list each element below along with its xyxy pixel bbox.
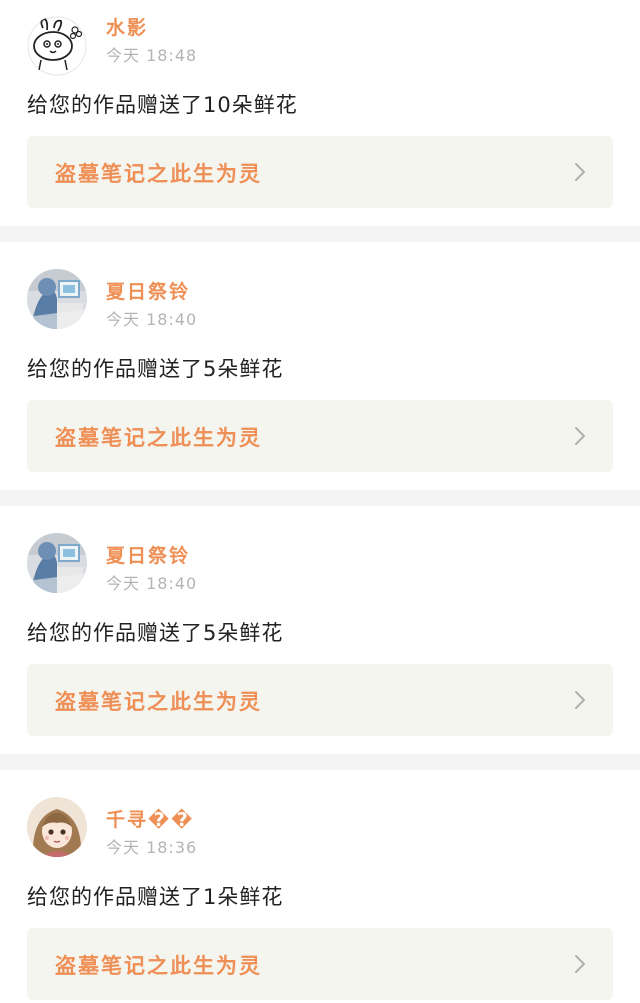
notification-card: 夏日祭铃 今天 18:40 给您的作品赠送了5朵鲜花 盗墓笔记之此生为灵 bbox=[0, 242, 640, 472]
work-title: 盗墓笔记之此生为灵 bbox=[55, 426, 262, 450]
notification-card: 夏日祭铃 今天 18:40 给您的作品赠送了5朵鲜花 盗墓笔记之此生为灵 bbox=[0, 506, 640, 736]
work-link[interactable]: 盗墓笔记之此生为灵 bbox=[27, 664, 613, 736]
gift-notification-feed: 水影 今天 18:48 给您的作品赠送了10朵鲜花 盗墓笔记之此生为灵 夏日祭铃… bbox=[0, 0, 640, 1003]
chevron-right-icon bbox=[575, 955, 585, 973]
avatar[interactable] bbox=[27, 533, 87, 593]
avatar[interactable] bbox=[27, 797, 87, 857]
avatar[interactable] bbox=[27, 16, 87, 76]
gift-message: 给您的作品赠送了10朵鲜花 bbox=[27, 93, 298, 117]
work-title: 盗墓笔记之此生为灵 bbox=[55, 954, 262, 978]
chevron-right-icon bbox=[575, 163, 585, 181]
timestamp: 今天 18:40 bbox=[106, 574, 198, 593]
timestamp: 今天 18:36 bbox=[106, 838, 198, 857]
chevron-right-icon bbox=[575, 691, 585, 709]
timestamp: 今天 18:40 bbox=[106, 310, 198, 329]
anime-girl-avatar-icon bbox=[27, 797, 87, 857]
section-divider bbox=[0, 226, 640, 242]
work-link[interactable]: 盗墓笔记之此生为灵 bbox=[27, 136, 613, 208]
username[interactable]: 水影 bbox=[106, 13, 148, 40]
gift-message: 给您的作品赠送了1朵鲜花 bbox=[27, 885, 284, 909]
work-title: 盗墓笔记之此生为灵 bbox=[55, 690, 262, 714]
work-link[interactable]: 盗墓笔记之此生为灵 bbox=[27, 400, 613, 472]
username[interactable]: 夏日祭铃 bbox=[106, 541, 190, 568]
username[interactable]: 夏日祭铃 bbox=[106, 277, 190, 304]
notification-card: 千寻�� 今天 18:36 给您的作品赠送了1朵鲜花 盗墓笔记之此生为灵 bbox=[0, 770, 640, 1000]
section-divider bbox=[0, 490, 640, 506]
timestamp: 今天 18:48 bbox=[106, 46, 198, 65]
bunny-doodle-avatar-icon bbox=[27, 16, 87, 76]
username[interactable]: 千寻�� bbox=[106, 805, 194, 832]
section-divider bbox=[0, 754, 640, 770]
work-link[interactable]: 盗墓笔记之此生为灵 bbox=[27, 928, 613, 1000]
avatar[interactable] bbox=[27, 269, 87, 329]
work-title: 盗墓笔记之此生为灵 bbox=[55, 162, 262, 186]
photo-avatar-icon bbox=[27, 269, 87, 329]
photo-avatar-icon bbox=[27, 533, 87, 593]
notification-card: 水影 今天 18:48 给您的作品赠送了10朵鲜花 盗墓笔记之此生为灵 bbox=[0, 0, 640, 226]
gift-message: 给您的作品赠送了5朵鲜花 bbox=[27, 621, 284, 645]
gift-message: 给您的作品赠送了5朵鲜花 bbox=[27, 357, 284, 381]
chevron-right-icon bbox=[575, 427, 585, 445]
